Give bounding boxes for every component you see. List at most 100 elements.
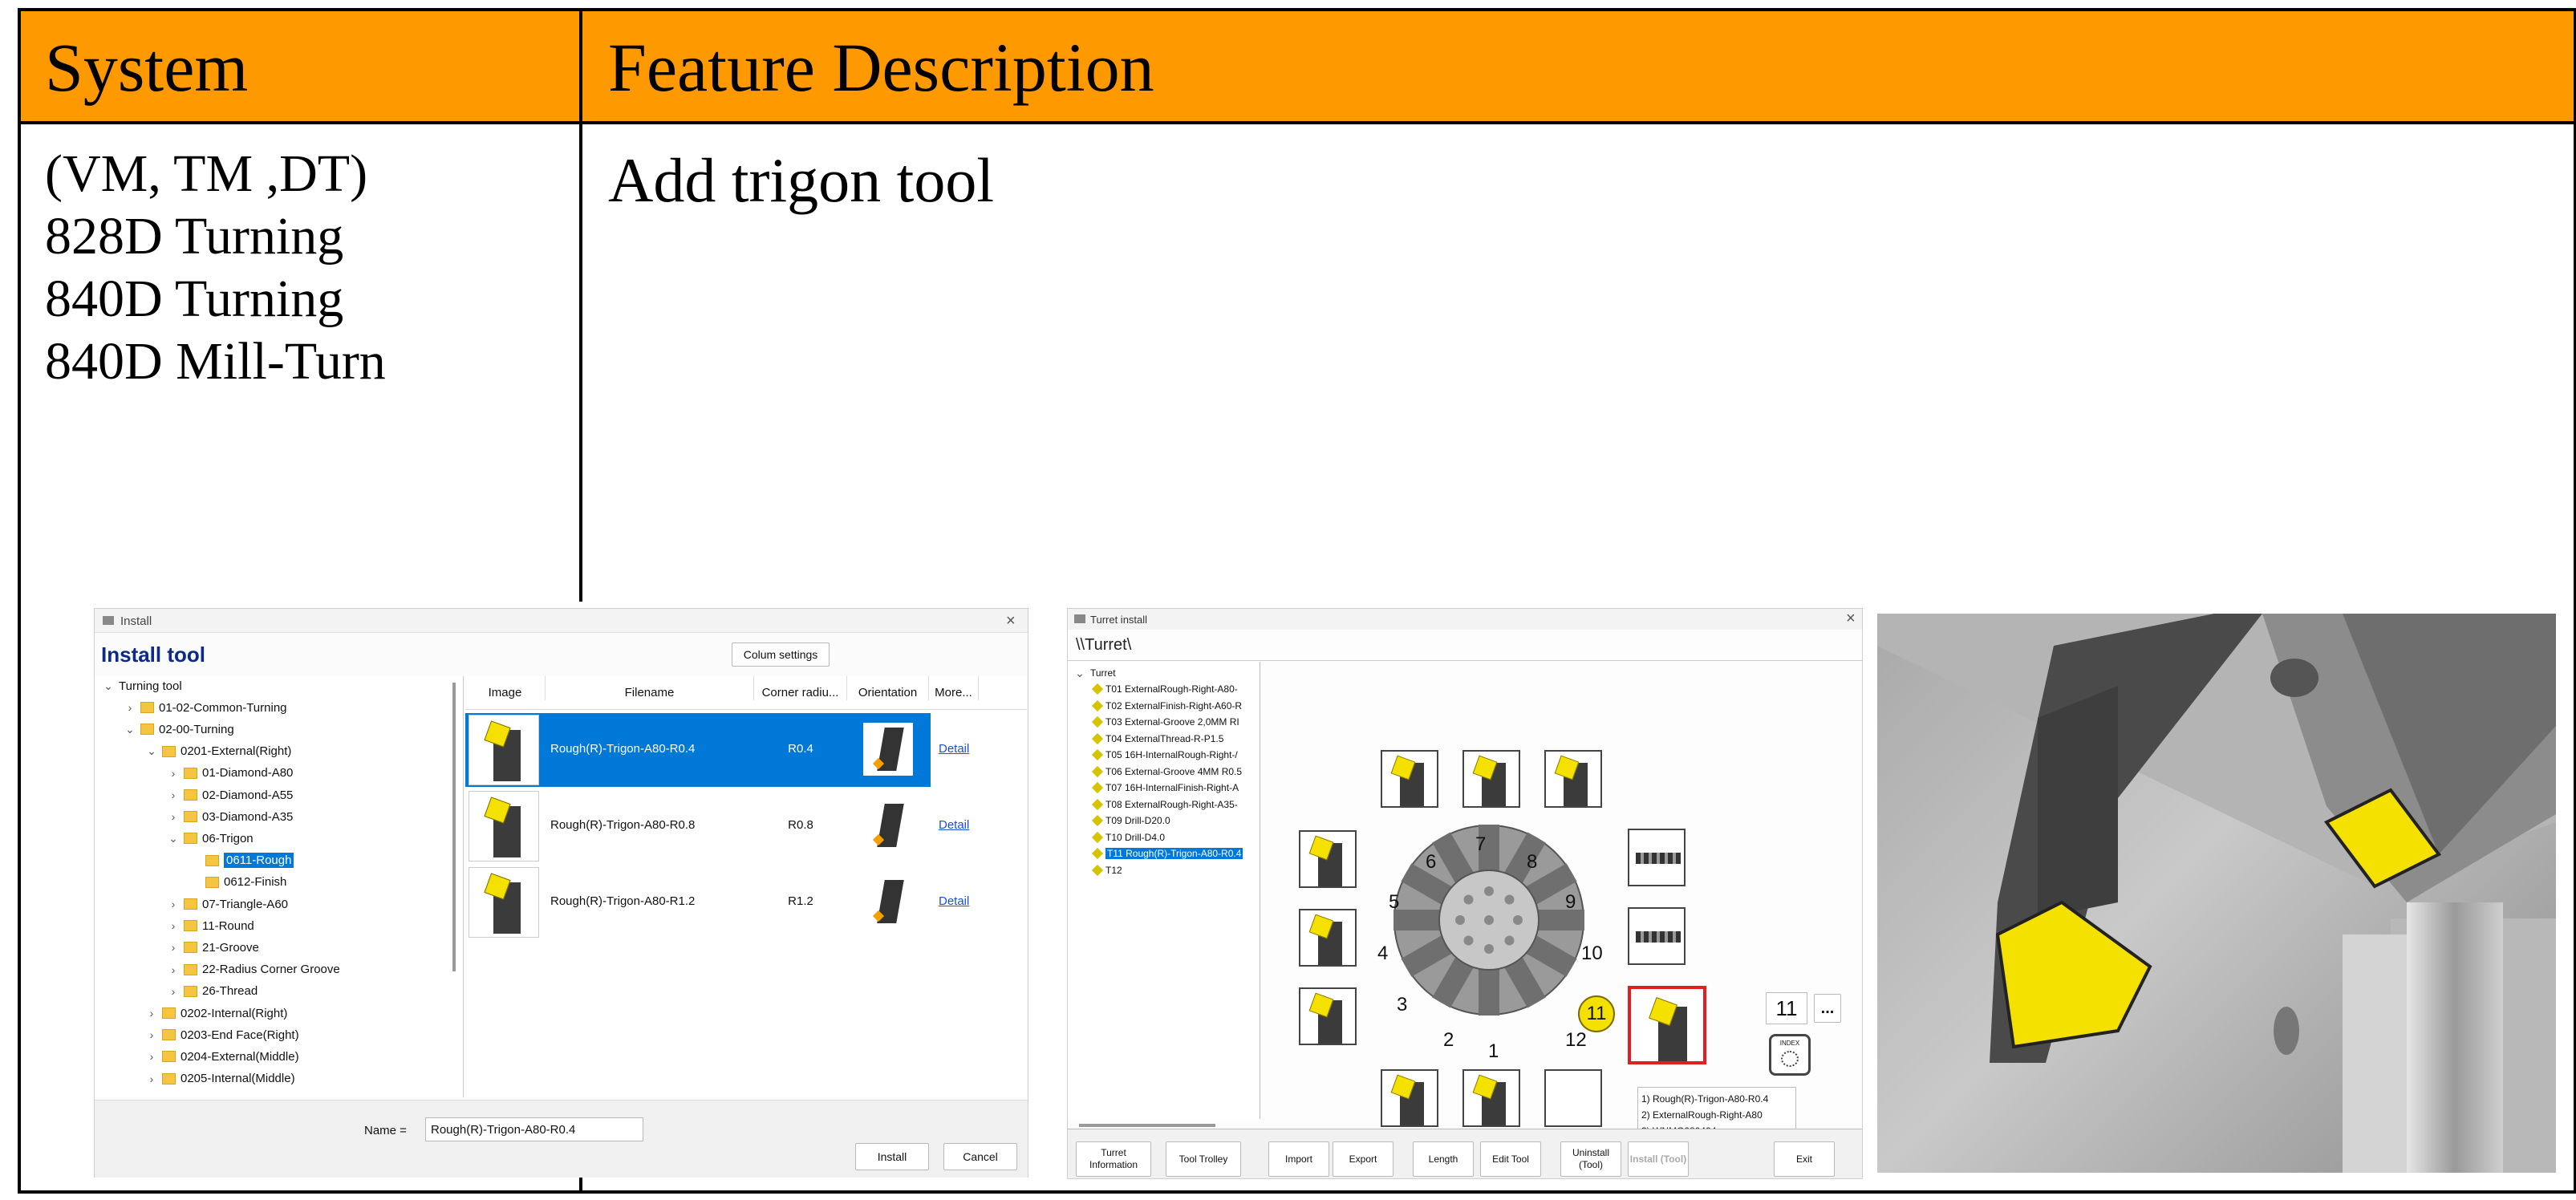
tree-item[interactable]: › 11-Round — [168, 916, 254, 935]
turret-tree-item[interactable]: T02 ExternalFinish-Right-A60-R — [1091, 698, 1242, 714]
close-icon[interactable]: × — [1846, 610, 1856, 628]
column-header[interactable]: Corner radiu... — [754, 676, 847, 700]
tree-item[interactable]: 0611-Rough — [189, 851, 294, 870]
chevron-right-icon[interactable]: › — [168, 767, 179, 780]
toolbar-button[interactable]: Uninstall (Tool) — [1560, 1141, 1621, 1177]
turret-tree-item[interactable]: T08 ExternalRough-Right-A35- — [1091, 797, 1238, 813]
turret-tree-item[interactable]: T10 Drill-D4.0 — [1091, 829, 1165, 845]
system-item: 840D Mill-Turn — [45, 332, 386, 391]
tree-item[interactable]: › 01-02-Common-Turning — [124, 698, 287, 717]
turret-tree-item[interactable]: T11 Rough(R)-Trigon-A80-R0.4 — [1091, 845, 1243, 861]
tool-tree[interactable]: ⌄ Turning tool › 01-02-Common-Turning ⌄ 02-00… — [95, 676, 464, 1097]
drill-slot-button[interactable] — [1628, 829, 1686, 886]
chevron-right-icon[interactable]: › — [124, 701, 136, 714]
chevron-right-icon[interactable]: › — [146, 1028, 157, 1041]
toolbar-button[interactable]: Length — [1413, 1141, 1474, 1177]
close-icon[interactable]: × — [1006, 612, 1016, 630]
table-row[interactable]: Rough(R)-Trigon-A80-R0.8 R0.8 — [465, 789, 931, 863]
tool-slot-button[interactable] — [1299, 830, 1357, 888]
tree-item[interactable]: ⌄ 02-00-Turning — [124, 720, 234, 739]
chevron-right-icon[interactable]: › — [168, 985, 179, 998]
chevron-right-icon[interactable]: › — [168, 789, 179, 801]
turret-tree-item[interactable]: T01 ExternalRough-Right-A80- — [1091, 681, 1238, 697]
tree-item[interactable]: › 0203-End Face(Right) — [146, 1025, 299, 1044]
tree-item[interactable]: › 03-Diamond-A35 — [168, 807, 294, 826]
chevron-right-icon[interactable]: › — [146, 1072, 157, 1085]
chevron-right-icon[interactable]: › — [168, 898, 179, 910]
turret-tree-item[interactable]: T07 16H-InternalFinish-Right-A — [1091, 780, 1239, 796]
chevron-down-icon[interactable]: ⌄ — [168, 832, 179, 845]
tree-item[interactable]: 0612-Finish — [189, 873, 286, 892]
tree-item[interactable]: › 02-Diamond-A55 — [168, 785, 294, 805]
tree-scrollbar[interactable] — [452, 683, 456, 971]
tool-slot-button[interactable] — [1299, 909, 1357, 967]
toolbar-button[interactable]: Edit Tool — [1480, 1141, 1541, 1177]
chevron-right-icon[interactable]: › — [146, 1050, 157, 1063]
tree-item[interactable]: ⌄ Turning tool — [103, 676, 182, 695]
tree-item[interactable]: › 22-Radius Corner Groove — [168, 960, 340, 979]
drill-slot-button[interactable] — [1628, 907, 1686, 965]
tree-hscrollbar[interactable] — [1079, 1124, 1215, 1127]
column-header[interactable]: Orientation — [847, 676, 929, 700]
hub-bolt — [1504, 935, 1515, 946]
tree-item[interactable]: › 26-Thread — [168, 982, 258, 1001]
tool-slot-button[interactable] — [1462, 1069, 1520, 1127]
chevron-right-icon[interactable]: › — [168, 810, 179, 823]
chevron-right-icon[interactable]: › — [168, 919, 179, 932]
install-button[interactable]: Install — [855, 1143, 929, 1170]
toolbar-button[interactable]: Turret Information — [1076, 1141, 1151, 1177]
folder-icon — [162, 1029, 176, 1041]
chevron-down-icon[interactable]: ⌄ — [124, 723, 136, 736]
detail-link[interactable]: Detail — [939, 818, 969, 832]
toolbar-button[interactable]: Import — [1268, 1141, 1329, 1177]
column-header[interactable]: Filename — [546, 676, 754, 700]
tree-item-label: 0201-External(Right) — [181, 744, 292, 759]
toolbar-button[interactable]: Install (Tool) — [1628, 1141, 1689, 1177]
turret-tree-item[interactable]: T09 Drill-D20.0 — [1091, 813, 1170, 829]
tool-slot-button[interactable] — [1381, 1069, 1438, 1127]
tree-item[interactable]: ⌄ 06-Trigon — [168, 829, 254, 848]
turret-tree-item[interactable]: T03 External-Groove 2,0MM RI — [1091, 714, 1239, 730]
turret-tree-item[interactable]: T12 — [1091, 862, 1122, 878]
tree-item[interactable]: › 0204-External(Middle) — [146, 1047, 299, 1066]
tool-slot-button[interactable] — [1299, 987, 1357, 1045]
tool-slot — [1536, 910, 1584, 930]
tool-slot-button[interactable] — [1544, 1069, 1602, 1127]
tree-root[interactable]: ⌄ Turret — [1074, 665, 1115, 681]
tree-item[interactable]: ⌄ 0201-External(Right) — [146, 742, 291, 761]
toolbar-button[interactable]: Export — [1333, 1141, 1393, 1177]
chevron-down-icon[interactable]: ⌄ — [146, 744, 157, 758]
detail-link[interactable]: Detail — [939, 742, 969, 756]
colum-settings-button[interactable]: Colum settings — [732, 643, 830, 667]
column-header[interactable]: More... — [929, 676, 979, 700]
turret-tree-item[interactable]: T05 16H-InternalRough-Right-/ — [1091, 747, 1238, 763]
toolbar-button[interactable]: Tool Trolley — [1166, 1141, 1241, 1177]
chevron-down-icon[interactable]: ⌄ — [1074, 667, 1085, 680]
chevron-down-icon[interactable]: ⌄ — [103, 679, 114, 693]
active-tool-slot[interactable] — [1628, 986, 1706, 1064]
tree-item[interactable]: › 0202-Internal(Right) — [146, 1003, 288, 1023]
tool-slot-button[interactable] — [1381, 750, 1438, 808]
tree-item[interactable]: › 0205-Internal(Middle) — [146, 1069, 295, 1089]
index-button[interactable]: INDEX — [1769, 1034, 1811, 1076]
turret-tree-item[interactable]: T06 External-Groove 4MM R0.5 — [1091, 764, 1242, 780]
tree-item[interactable]: › 01-Diamond-A80 — [168, 764, 294, 783]
tree-item[interactable]: › 21-Groove — [168, 938, 259, 957]
chevron-right-icon[interactable]: › — [168, 963, 179, 976]
toolbar-button[interactable]: Exit — [1774, 1141, 1835, 1177]
table-row[interactable]: Rough(R)-Trigon-A80-R1.2 R1.2 — [465, 866, 931, 939]
detail-link[interactable]: Detail — [939, 894, 969, 908]
tool-slot-button[interactable] — [1462, 750, 1520, 808]
table-row[interactable]: Rough(R)-Trigon-A80-R0.4 R0.4 — [465, 713, 931, 787]
chevron-right-icon[interactable]: › — [146, 1007, 157, 1020]
more-button[interactable]: ... — [1814, 994, 1841, 1023]
tool-slot-button[interactable] — [1544, 750, 1602, 808]
chevron-right-icon[interactable]: › — [168, 941, 179, 954]
tree-item[interactable]: › 07-Triangle-A60 — [168, 894, 288, 914]
turret-tree[interactable]: ⌄ Turret T01 ExternalRough-Right-A80- T02 E… — [1068, 662, 1260, 1119]
cancel-button[interactable]: Cancel — [943, 1143, 1017, 1170]
column-header[interactable]: Image — [465, 676, 546, 700]
folder-icon — [162, 1007, 176, 1019]
name-field[interactable]: Rough(R)-Trigon-A80-R0.4 — [425, 1117, 643, 1141]
turret-tree-item[interactable]: T04 ExternalThread-R-P1.5 — [1091, 731, 1223, 747]
